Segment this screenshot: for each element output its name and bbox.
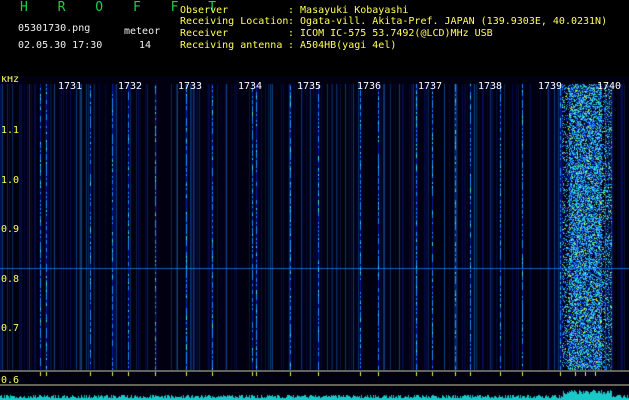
time-tick-label: 1732 <box>118 81 142 92</box>
y-tick-label: 0.8 <box>1 274 19 285</box>
time-tick-label: 1737 <box>418 81 442 92</box>
y-axis-ticks: 1.1 1.0 0.9 0.8 0.7 0.6 <box>1 125 19 386</box>
y-tick-label: 1.1 <box>1 125 19 136</box>
field-label-location: Receiving Location <box>180 16 289 27</box>
time-tick-label: 1735 <box>297 81 321 92</box>
meteor-count: 14 <box>139 40 152 51</box>
time-tick-label: 1734 <box>238 81 262 92</box>
time-tick-label: 1738 <box>478 81 502 92</box>
field-value-observer: : Masayuki Kobayashi <box>288 5 409 16</box>
header-panel: H R O F F T 05301730.png 02.05.30 17:30 … <box>0 0 629 76</box>
filename-label: 05301730.png <box>18 23 91 34</box>
field-value-location: : Ogata-vill. Akita-Pref. JAPAN (139.930… <box>288 16 608 27</box>
spectrogram-overlay: kHz 1.1 1.0 0.9 0.8 0.7 0.6 1731 1732 17… <box>0 76 629 386</box>
field-label-receiver: Receiver <box>180 28 229 39</box>
field-label-antenna: Receiving antenna <box>180 40 283 51</box>
time-axis-ticks: 1731 1732 1733 1734 1735 1736 1737 1738 … <box>58 81 621 92</box>
time-tick-label: 1740 <box>597 81 621 92</box>
time-tick-label: 1739 <box>538 81 562 92</box>
y-tick-label: 0.6 <box>1 375 19 386</box>
y-tick-label: 1.0 <box>1 175 19 186</box>
field-label-observer: Observer <box>180 5 229 16</box>
y-tick-label: 0.9 <box>1 224 19 235</box>
field-value-antenna: : A504HB(yagi 4el) <box>288 40 397 51</box>
time-tick-label: 1736 <box>357 81 381 92</box>
field-value-receiver: : ICOM IC-575 53.7492(@LCD)MHz USB <box>288 28 493 39</box>
meteor-label: meteor <box>124 26 161 37</box>
y-unit-label: kHz <box>1 76 19 85</box>
datetime-label: 02.05.30 17:30 <box>18 40 103 51</box>
y-tick-label: 0.7 <box>1 323 19 334</box>
time-tick-label: 1731 <box>58 81 82 92</box>
time-tick-label: 1733 <box>178 81 202 92</box>
